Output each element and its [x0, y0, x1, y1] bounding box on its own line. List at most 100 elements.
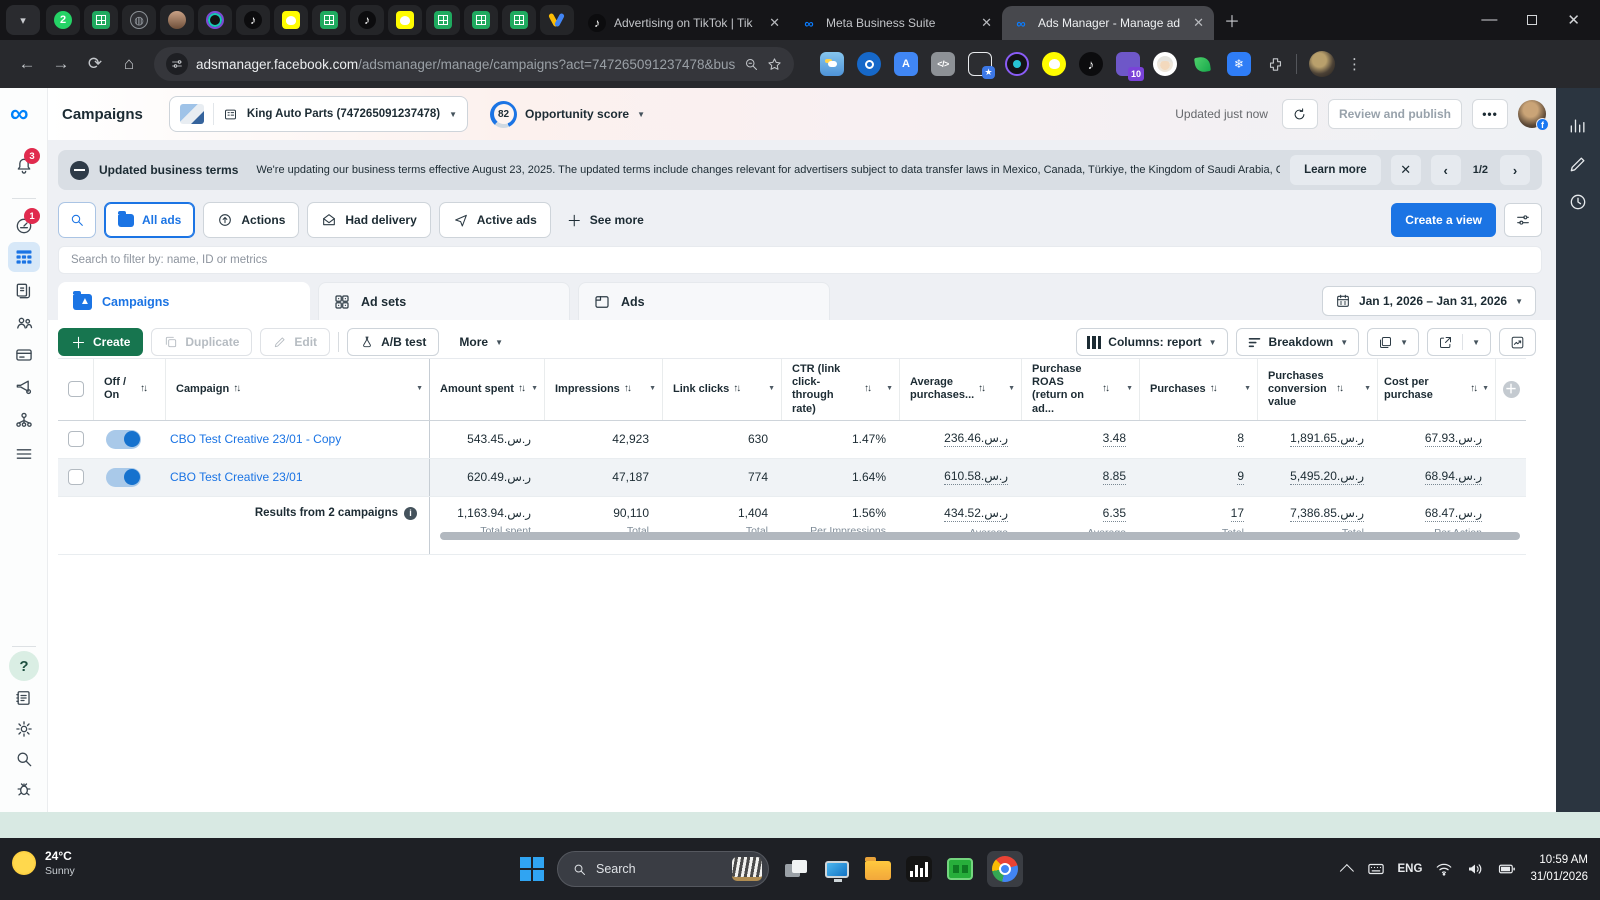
- close-window-button[interactable]: ✕: [1567, 11, 1580, 29]
- sort-icon[interactable]: ↑↓: [1102, 383, 1110, 395]
- column-header-impressions[interactable]: Impressions↑↓▼: [545, 359, 663, 420]
- keyboard-icon[interactable]: [1367, 860, 1385, 878]
- campaigns-megaphone-icon[interactable]: [14, 377, 34, 397]
- columns-button[interactable]: Columns: report ▼: [1076, 328, 1228, 356]
- sort-icon[interactable]: ↑↓: [978, 383, 986, 395]
- task-view-button[interactable]: [782, 855, 810, 883]
- banner-next-button[interactable]: ›: [1500, 155, 1530, 185]
- column-header-off-on[interactable]: Off / On↑↓: [94, 359, 166, 420]
- tab-advertising-tiktok[interactable]: ♪ Advertising on TikTok | Tik ✕: [578, 6, 790, 40]
- create-view-button[interactable]: Create a view: [1391, 203, 1496, 237]
- chart-view-button[interactable]: [1499, 328, 1536, 356]
- add-column-button[interactable]: ＋: [1503, 381, 1520, 398]
- pinned-tab-sheets-2[interactable]: [312, 5, 346, 35]
- tab-ads-manager-active[interactable]: ∞ Ads Manager - Manage ad ✕: [1002, 6, 1214, 40]
- address-bar[interactable]: adsmanager.facebook.com/adsmanager/manag…: [154, 47, 794, 81]
- filter-caret-icon[interactable]: ▼: [1008, 385, 1015, 393]
- sort-icon[interactable]: ↑↓: [733, 383, 741, 395]
- pinned-tab-sheets-5[interactable]: [502, 5, 536, 35]
- row-checkbox[interactable]: [68, 469, 84, 485]
- site-info-icon[interactable]: [166, 53, 188, 75]
- filter-caret-icon[interactable]: ▼: [768, 385, 775, 393]
- sort-icon[interactable]: ↑↓: [140, 383, 148, 395]
- help-icon[interactable]: ?: [9, 651, 39, 681]
- campaign-link[interactable]: CBO Test Creative 23/01 - Copy: [166, 432, 341, 446]
- sort-icon[interactable]: ↑↓: [233, 383, 241, 395]
- select-all-checkbox[interactable]: [68, 381, 84, 397]
- pinned-tab-sheets-1[interactable]: [84, 5, 118, 35]
- column-header-ctr[interactable]: CTR (link click-through rate)↑↓▼: [782, 359, 900, 420]
- edit-button[interactable]: Edit: [260, 328, 330, 356]
- campaign-link[interactable]: CBO Test Creative 23/01: [166, 470, 303, 484]
- close-tab-icon[interactable]: ✕: [981, 15, 992, 31]
- snapchat-extension-icon[interactable]: [1042, 52, 1066, 76]
- tab-meta-business-suite[interactable]: ∞ Meta Business Suite ✕: [790, 6, 1002, 40]
- tab-campaigns[interactable]: ▲ Campaigns: [58, 282, 310, 320]
- filter-caret-icon[interactable]: ▼: [531, 385, 538, 393]
- pinned-tab-tiktok-1[interactable]: ♪: [236, 5, 270, 35]
- breakdown-button[interactable]: Breakdown ▼: [1236, 328, 1360, 356]
- export-button[interactable]: ▼: [1427, 328, 1491, 356]
- pinned-tab-sheets-3[interactable]: [426, 5, 460, 35]
- history-clock-icon[interactable]: [1568, 192, 1588, 212]
- filter-caret-icon[interactable]: ▼: [1244, 385, 1251, 393]
- ads-manager-table-icon[interactable]: [14, 247, 34, 267]
- news-notebook-icon[interactable]: [14, 688, 34, 708]
- search-input[interactable]: [59, 254, 1541, 266]
- zoom-page-icon[interactable]: [744, 57, 759, 72]
- extensions-puzzle-icon[interactable]: [1267, 56, 1284, 73]
- see-more-filters[interactable]: ＋See more: [567, 210, 644, 231]
- filter-chip-active-ads[interactable]: Active ads: [439, 202, 551, 238]
- reports-button[interactable]: ▼: [1367, 328, 1419, 356]
- code-extension-icon[interactable]: </>: [931, 52, 955, 76]
- horizontal-scrollbar[interactable]: [440, 532, 1520, 540]
- window-star-extension-icon[interactable]: ★: [968, 52, 992, 76]
- learn-more-button[interactable]: Learn more: [1290, 155, 1381, 185]
- tray-expand-icon[interactable]: [1339, 864, 1353, 878]
- events-manager-icon[interactable]: [14, 410, 34, 430]
- filter-chip-actions[interactable]: Actions: [203, 202, 299, 238]
- taskbar-search-box[interactable]: Search: [557, 851, 769, 887]
- column-header-conversion-value[interactable]: Purchases conversion value↑↓▼: [1258, 359, 1378, 420]
- filter-caret-icon[interactable]: ▼: [649, 385, 656, 393]
- display-app-button[interactable]: [823, 855, 851, 883]
- table-row[interactable]: CBO Test Creative 23/01 - Copy 543.45.ر.…: [58, 421, 1526, 459]
- performance-chart-icon[interactable]: [1568, 116, 1588, 136]
- pinned-tab-sheets-4[interactable]: [464, 5, 498, 35]
- browser-profile-avatar[interactable]: [1309, 51, 1335, 77]
- pinned-tab-snapchat-2[interactable]: [388, 5, 422, 35]
- billing-card-icon[interactable]: [14, 345, 34, 365]
- create-button[interactable]: ＋Create: [58, 328, 143, 356]
- bug-report-icon[interactable]: [14, 779, 34, 799]
- minimize-button[interactable]: —: [1481, 11, 1497, 29]
- avatar-extension-icon[interactable]: [1153, 52, 1177, 76]
- filter-caret-icon[interactable]: ▼: [1482, 385, 1489, 393]
- clock-widget[interactable]: 10:59 AM 31/01/2026: [1530, 852, 1588, 887]
- more-actions-button[interactable]: More▼: [447, 328, 515, 356]
- sort-icon[interactable]: ↑↓: [1470, 383, 1478, 395]
- ab-test-button[interactable]: A/B test: [347, 328, 439, 356]
- pinned-tab-person[interactable]: [160, 5, 194, 35]
- pinned-tab-tiktok-2[interactable]: ♪: [350, 5, 384, 35]
- maximize-button[interactable]: [1527, 15, 1537, 25]
- all-tools-menu-icon[interactable]: [14, 444, 34, 464]
- sort-icon[interactable]: ↑↓: [624, 383, 632, 395]
- browser-menu-icon[interactable]: ⋮: [1347, 55, 1362, 73]
- close-tab-icon[interactable]: ✕: [769, 15, 780, 31]
- ad-account-selector[interactable]: King Auto Parts (747265091237478) ▼: [169, 96, 468, 132]
- forward-icon[interactable]: →: [44, 54, 78, 74]
- tiktok-extension-icon[interactable]: ♪: [1079, 52, 1103, 76]
- memory-app-button[interactable]: [946, 855, 974, 883]
- filter-chip-all-ads[interactable]: All ads: [104, 202, 195, 238]
- banner-close-button[interactable]: ✕: [1391, 155, 1421, 185]
- column-header-cost-per-purchase[interactable]: Cost per purchase↑↓▼: [1378, 359, 1496, 420]
- volume-icon[interactable]: [1466, 860, 1484, 878]
- tab-ads[interactable]: Ads: [578, 282, 830, 320]
- pinned-tab-snapchat-1[interactable]: [274, 5, 308, 35]
- filter-caret-icon[interactable]: ▼: [886, 385, 893, 393]
- column-header-purchases[interactable]: Purchases↑↓▼: [1140, 359, 1258, 420]
- translate-extension-icon[interactable]: A: [894, 52, 918, 76]
- pinned-tab-camera[interactable]: [198, 5, 232, 35]
- column-header-link-clicks[interactable]: Link clicks↑↓▼: [663, 359, 782, 420]
- pinned-tab-whatsapp[interactable]: 2: [46, 5, 80, 35]
